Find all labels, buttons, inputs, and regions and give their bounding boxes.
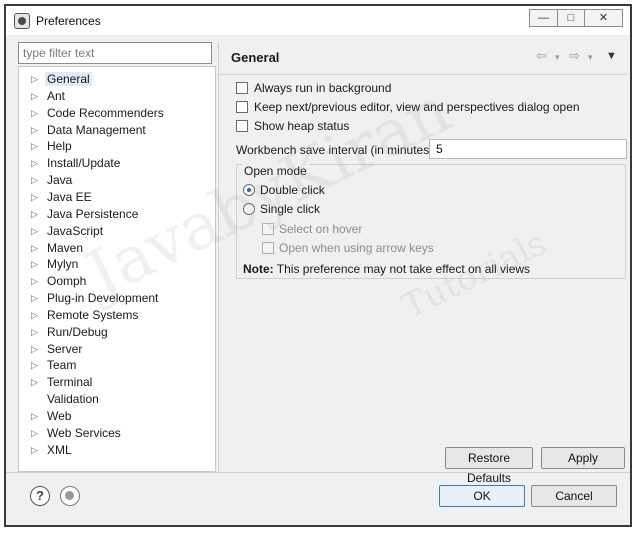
note-prefix: Note:: [243, 262, 274, 276]
tree-item-label: Ant: [47, 88, 66, 103]
expand-arrow-icon[interactable]: ▷: [31, 125, 38, 136]
tree-item-label: Terminal: [47, 375, 93, 390]
window-title: Preferences: [36, 14, 101, 28]
single-click-label: Single click: [260, 202, 321, 216]
expand-arrow-icon[interactable]: ▷: [31, 293, 38, 304]
preference-page: General ⇦ ▾ ⇨ ▾ ▼ Always run in backgrou…: [218, 42, 627, 485]
keep-dialog-open-checkbox[interactable]: [236, 101, 248, 113]
expand-arrow-icon[interactable]: ▷: [31, 158, 38, 169]
tree-item-label: Server: [47, 341, 83, 356]
single-click-radio[interactable]: [243, 203, 255, 215]
tree-item-label: General: [45, 72, 92, 86]
tree-item-label: Run/Debug: [47, 324, 108, 339]
record-macro-icon[interactable]: [60, 486, 80, 506]
expand-arrow-icon[interactable]: ▷: [31, 327, 38, 338]
expand-arrow-icon[interactable]: ▷: [31, 226, 38, 237]
tree-item-label: Team: [47, 358, 77, 373]
expand-arrow-icon[interactable]: ▷: [31, 259, 38, 270]
tree-item-label: Help: [47, 139, 72, 154]
expand-arrow-icon[interactable]: ▷: [31, 108, 38, 119]
note-body: This preference may not take effect on a…: [276, 262, 531, 276]
restore-defaults-button[interactable]: Restore Defaults: [445, 447, 533, 485]
tree-item-label: Remote Systems: [47, 307, 139, 322]
preferences-window: Preferences — □ ✕ ▷ General ▷ Ant ▷ Code Reco…: [4, 4, 632, 527]
expand-arrow-icon[interactable]: ▷: [31, 360, 38, 371]
close-button[interactable]: ✕: [585, 9, 623, 27]
expand-arrow-icon[interactable]: ▷: [31, 74, 38, 85]
save-interval-input[interactable]: [429, 139, 627, 159]
help-icon[interactable]: ?: [30, 486, 50, 506]
tree-item-label: Install/Update: [47, 156, 121, 171]
save-interval-label: Workbench save interval (in minutes):: [236, 143, 437, 157]
expand-arrow-icon[interactable]: ▷: [31, 243, 38, 254]
tree-item-label: XML: [47, 442, 72, 457]
expand-arrow-icon[interactable]: ▷: [31, 377, 38, 388]
open-mode-title: Open mode: [242, 164, 309, 178]
open-arrow-keys-label: Open when using arrow keys: [279, 241, 434, 255]
select-on-hover-checkbox[interactable]: [262, 223, 274, 235]
expand-arrow-icon[interactable]: ▷: [31, 192, 38, 203]
back-arrow-icon[interactable]: ⇦: [536, 48, 547, 64]
open-arrow-keys-checkbox[interactable]: [262, 242, 274, 254]
expand-arrow-icon[interactable]: ▷: [31, 310, 38, 321]
eclipse-app-icon: [14, 13, 30, 29]
tree-item-label: Java EE: [47, 189, 92, 204]
expand-arrow-icon[interactable]: ▷: [31, 276, 38, 287]
forward-history-dropdown-icon[interactable]: ▾: [588, 52, 593, 63]
expand-arrow-icon[interactable]: ▷: [31, 428, 38, 439]
apply-button[interactable]: Apply: [541, 447, 625, 469]
note-text: Note: This preference may not take effec…: [243, 262, 530, 276]
tree-item-label: Java: [47, 173, 73, 188]
tree-item-label: Oomph: [47, 274, 87, 289]
cancel-button[interactable]: Cancel: [531, 485, 617, 507]
expand-arrow-icon[interactable]: ▷: [31, 91, 38, 102]
tree-item-label: Plug-in Development: [47, 291, 159, 306]
ok-button[interactable]: OK: [439, 485, 525, 507]
tree-item-label: Maven: [47, 240, 84, 255]
maximize-button[interactable]: □: [557, 9, 585, 27]
footer-divider: [6, 472, 630, 473]
expand-arrow-icon[interactable]: ▷: [31, 344, 38, 355]
tree-item-label: Data Management: [47, 122, 146, 137]
tree-item-label: Web: [47, 409, 72, 423]
preference-tree[interactable]: ▷ General ▷ Ant ▷ Code Recommenders ▷ Data Mana…: [18, 66, 216, 472]
forward-arrow-icon[interactable]: ⇨: [569, 48, 580, 64]
minimize-button[interactable]: —: [529, 9, 557, 27]
filter-input[interactable]: [18, 42, 212, 64]
show-heap-status-checkbox[interactable]: [236, 120, 248, 132]
double-click-radio[interactable]: [243, 184, 255, 196]
always-run-background-checkbox[interactable]: [236, 82, 248, 94]
header-divider: [219, 74, 627, 75]
tree-item-label: Java Persistence: [47, 206, 139, 221]
expand-arrow-icon[interactable]: ▷: [31, 209, 38, 220]
tree-item-label: Mylyn: [47, 257, 79, 272]
expand-arrow-icon[interactable]: ▷: [31, 175, 38, 186]
tree-item-label: Validation: [47, 392, 99, 407]
expand-arrow-icon[interactable]: ▷: [31, 445, 38, 456]
always-run-background-label: Always run in background: [254, 81, 392, 95]
tree-item-label: Web Services: [47, 425, 121, 440]
double-click-label: Double click: [260, 183, 325, 197]
select-on-hover-label: Select on hover: [279, 222, 363, 236]
keep-dialog-open-label: Keep next/previous editor, view and pers…: [254, 100, 580, 114]
show-heap-status-label: Show heap status: [254, 119, 350, 133]
view-menu-icon[interactable]: ▼: [606, 50, 617, 62]
tree-item-label: JavaScript: [47, 223, 104, 238]
tree-item-label: Code Recommenders: [47, 105, 164, 120]
title-bar[interactable]: Preferences — □ ✕: [6, 6, 630, 35]
page-title: General: [231, 50, 280, 65]
back-history-dropdown-icon[interactable]: ▾: [555, 52, 560, 63]
expand-arrow-icon[interactable]: ▷: [31, 411, 38, 422]
expand-arrow-icon[interactable]: ▷: [31, 141, 38, 152]
